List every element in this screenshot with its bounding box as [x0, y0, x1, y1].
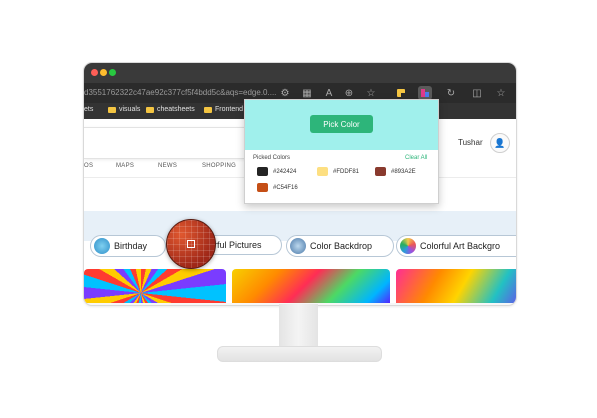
picked-color-item[interactable]: #242424 — [257, 167, 296, 176]
magnifier-target-pixel — [187, 240, 195, 248]
chip-colorful-art[interactable]: Colorful Art Backgro — [396, 235, 516, 257]
folder-icon — [146, 106, 154, 113]
bookmark-item[interactable]: cheatsheets — [146, 106, 195, 113]
image-result[interactable] — [232, 269, 390, 303]
monitor-screen-frame: d3551762322c47ae92c377cf5f4bdd5c&aqs=edg… — [83, 62, 517, 306]
image-results — [84, 269, 516, 303]
color-hex-label: #242424 — [273, 168, 297, 175]
image-result[interactable] — [84, 269, 226, 303]
chip-label: Color Backdrop — [310, 241, 373, 251]
bookmark-label: ets — [84, 106, 94, 113]
zoom-icon[interactable]: ⊕ — [342, 86, 356, 100]
color-swatch — [375, 167, 386, 176]
maximize-window-button[interactable] — [109, 69, 116, 76]
chip-thumbnail — [400, 238, 416, 254]
picked-color-item[interactable]: #FDDF81 — [317, 167, 359, 176]
color-swatch — [257, 167, 268, 176]
read-aloud-icon[interactable]: A — [322, 86, 336, 100]
picked-colors-title: Picked Colors — [253, 155, 291, 161]
minimize-window-button[interactable] — [100, 69, 107, 76]
address-bar[interactable]: d3551762322c47ae92c377cf5f4bdd5c&aqs=edg… — [84, 88, 276, 97]
bookmark-item[interactable]: visuals — [108, 106, 140, 113]
grid-icon[interactable]: ▦ — [300, 86, 314, 100]
picked-color-item[interactable]: #893A2E — [375, 167, 416, 176]
folder-icon — [108, 106, 116, 113]
eyedropper-icon — [397, 89, 405, 97]
color-hex-label: #893A2E — [391, 168, 416, 175]
split-screen-icon[interactable]: ◫ — [470, 86, 484, 100]
color-hex-label: #C54F16 — [273, 184, 298, 191]
image-result[interactable] — [396, 269, 516, 303]
palette-icon — [421, 89, 429, 97]
chip-label: Birthday — [114, 241, 148, 251]
bookmark-label: visuals — [119, 106, 141, 113]
tab-maps[interactable]: MAPS — [116, 163, 134, 169]
folder-icon — [204, 106, 212, 113]
extension-icon[interactable] — [418, 86, 432, 100]
pick-color-button[interactable]: Pick Color — [310, 115, 373, 133]
star-icon[interactable]: ☆ — [364, 86, 378, 100]
monitor-stand-base — [217, 346, 382, 362]
popup-header: Pick Color — [245, 100, 438, 150]
chip-birthday[interactable]: Birthday — [90, 235, 166, 257]
chip-label: Colorful Art Backgro — [420, 241, 501, 251]
title-bar — [84, 63, 516, 83]
related-searches: Birthday orful Pictures Color Backdrop C… — [84, 235, 516, 259]
color-picker-extension-icon[interactable] — [394, 86, 408, 100]
bookmark-item[interactable]: ets — [84, 106, 93, 113]
bookmark-label: cheatsheets — [157, 106, 195, 113]
color-picker-popup: Pick Color Picked Colors Clear All #2424… — [244, 99, 439, 204]
tab-news[interactable]: NEWS — [158, 163, 177, 169]
clear-all-link[interactable]: Clear All — [405, 155, 427, 161]
monitor-stand-neck — [279, 304, 318, 348]
color-magnifier-loupe — [166, 219, 216, 269]
chip-label: orful Pictures — [209, 240, 262, 250]
close-window-button[interactable] — [91, 69, 98, 76]
bookmark-label: Frontend — [215, 106, 244, 113]
profile-sync-icon[interactable]: ↻ — [444, 86, 458, 100]
chip-thumbnail — [94, 238, 110, 254]
bookmark-item[interactable]: Frontend — [204, 106, 243, 113]
picked-color-item[interactable]: #C54F16 — [257, 183, 298, 192]
chip-color-backdrop[interactable]: Color Backdrop — [286, 235, 394, 257]
tab-videos[interactable]: OS — [84, 163, 93, 169]
browser-window: d3551762322c47ae92c377cf5f4bdd5c&aqs=edg… — [84, 63, 516, 303]
user-icon: 👤 — [494, 137, 506, 148]
color-swatch — [257, 183, 268, 192]
favorites-icon[interactable]: ☆ — [494, 86, 508, 100]
tab-shopping[interactable]: SHOPPING — [202, 163, 236, 169]
avatar[interactable]: 👤 — [490, 133, 510, 153]
chip-thumbnail — [290, 238, 306, 254]
settings-icon[interactable]: ⚙ — [278, 86, 292, 100]
user-name[interactable]: Tushar — [458, 138, 483, 147]
color-swatch — [317, 167, 328, 176]
color-hex-label: #FDDF81 — [333, 168, 360, 175]
